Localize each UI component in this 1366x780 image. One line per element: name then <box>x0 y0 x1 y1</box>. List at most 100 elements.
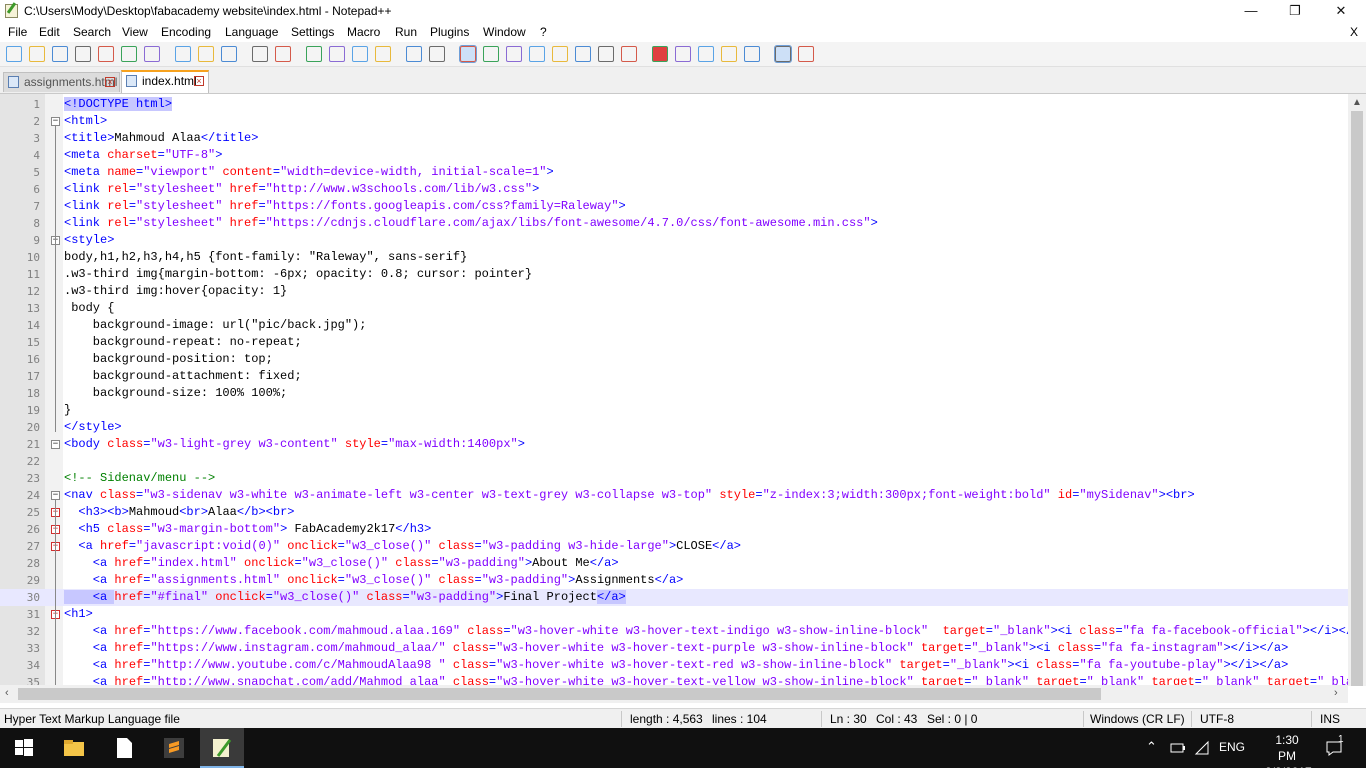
abc-options-icon[interactable] <box>798 46 814 62</box>
menu-edit[interactable]: Edit <box>39 25 60 39</box>
menu-help[interactable]: ? <box>540 25 547 39</box>
menu-encoding[interactable]: Encoding <box>161 25 211 39</box>
function-list-icon[interactable] <box>575 46 591 62</box>
menu-run[interactable]: Run <box>395 25 417 39</box>
zoom-out-icon[interactable] <box>375 46 391 62</box>
play-macro-icon[interactable] <box>698 46 714 62</box>
chevron-up-icon[interactable]: ⌃ <box>1146 739 1157 755</box>
spell-check-icon[interactable] <box>774 45 792 63</box>
save-macro-icon[interactable] <box>744 46 760 62</box>
windows-start-icon[interactable] <box>12 736 36 760</box>
menu-macro[interactable]: Macro <box>347 25 380 39</box>
language-indicator[interactable]: ENG <box>1219 740 1245 754</box>
fold-toggle-icon[interactable]: − <box>51 440 60 449</box>
fold-toggle-icon[interactable]: − <box>51 491 60 500</box>
save-all-icon[interactable] <box>75 46 91 62</box>
horizontal-scrollbar[interactable]: ‹ › <box>0 685 1348 703</box>
status-eol[interactable]: Windows (CR LF) <box>1090 712 1185 726</box>
code-line[interactable]: 17 background-attachment: fixed; <box>0 368 1348 385</box>
code-line[interactable]: 21 − <body class = "w3-light-grey w3-content… <box>0 436 1348 453</box>
code-line[interactable]: 1 <!DOCTYPE html> <box>0 96 1348 113</box>
new-file-icon[interactable] <box>6 46 22 62</box>
menu-window[interactable]: Window <box>483 25 526 39</box>
code-line[interactable]: 5 <meta name="viewport" content="width=de… <box>0 164 1348 181</box>
open-file-icon[interactable] <box>29 46 45 62</box>
code-line[interactable]: 23 <!-- Sidenav/menu --> <box>0 470 1348 487</box>
run-macro-multiple-icon[interactable] <box>721 46 737 62</box>
find-icon[interactable] <box>306 46 322 62</box>
minimize-button[interactable]: — <box>1228 0 1274 22</box>
code-line[interactable]: 7 <link rel="stylesheet" href="https://fo… <box>0 198 1348 215</box>
scroll-left-icon[interactable]: ‹ <box>5 687 9 699</box>
sync-vertical-icon[interactable] <box>406 46 422 62</box>
copy-icon[interactable] <box>198 46 214 62</box>
code-area[interactable]: 1 <!DOCTYPE html> 2− <html> 3 <title>Mahmoud … <box>0 94 1348 686</box>
word-wrap-icon[interactable] <box>459 45 477 63</box>
code-line[interactable]: 15 background-repeat: no-repeat; <box>0 334 1348 351</box>
maximize-button[interactable]: ❐ <box>1272 0 1318 22</box>
vertical-scrollbar[interactable]: ▲ <box>1348 94 1366 686</box>
close-window-button[interactable]: ✕ <box>1318 0 1364 22</box>
doc-map-icon[interactable] <box>552 46 568 62</box>
stop-record-icon[interactable] <box>675 46 691 62</box>
code-line[interactable]: 28 <a href="index.html" onclick="w3_clos… <box>0 555 1348 572</box>
code-line[interactable]: 31−<h1> <box>0 606 1348 623</box>
monitor-icon[interactable] <box>621 46 637 62</box>
code-line[interactable]: 25− <h3><b>Mahmoud<br>Alaa</b><br> <box>0 504 1348 521</box>
replace-icon[interactable] <box>329 46 345 62</box>
vertical-scroll-thumb[interactable] <box>1351 111 1363 686</box>
code-line[interactable]: 16 background-position: top; <box>0 351 1348 368</box>
sublime-text-icon[interactable] <box>162 736 186 760</box>
scroll-right-icon[interactable]: › <box>1334 687 1338 699</box>
menu-plugins[interactable]: Plugins <box>430 25 469 39</box>
zoom-in-icon[interactable] <box>352 46 368 62</box>
code-line[interactable]: 19} <box>0 402 1348 419</box>
horizontal-scroll-thumb[interactable] <box>18 688 1101 700</box>
code-line[interactable]: 13 body { <box>0 300 1348 317</box>
file-explorer-icon[interactable] <box>62 736 86 760</box>
code-line[interactable]: 24 − <nav class = "w3-sidenav w3-white w3-an… <box>0 487 1348 504</box>
code-line[interactable]: 6 <link rel="stylesheet" href="http://www… <box>0 181 1348 198</box>
code-line[interactable]: 2 − <html> <box>0 113 1348 130</box>
code-line[interactable]: 8 <link rel="stylesheet" href="https://cd… <box>0 215 1348 232</box>
indent-guide-icon[interactable] <box>506 46 522 62</box>
code-line[interactable]: 30 <a href="#final" onclick="w3_close()"… <box>0 589 1348 606</box>
record-macro-icon[interactable] <box>652 46 668 62</box>
code-line[interactable]: 4 <meta charset="UTF-8"> <box>0 147 1348 164</box>
close-tab-icon[interactable]: × <box>194 76 204 86</box>
code-line[interactable]: 22 <box>0 453 1348 470</box>
tab-index[interactable]: index.html × <box>121 70 209 93</box>
tab-assignments[interactable]: assignments.html × <box>3 72 120 92</box>
clock[interactable]: 1:30 PM 2/8/2017 <box>1265 732 1312 780</box>
code-line[interactable]: 33 <a href = "https://www.instagram.com/ma… <box>0 640 1348 657</box>
menu-search[interactable]: Search <box>73 25 111 39</box>
folder-workspace-icon[interactable] <box>598 46 614 62</box>
redo-icon[interactable] <box>275 46 291 62</box>
code-line[interactable]: 14 background-image: url("pic/back.jpg")… <box>0 317 1348 334</box>
code-line[interactable]: 27− <a href="javascript:void(0)" onclick… <box>0 538 1348 555</box>
code-line[interactable]: 3 <title>Mahmoud Alaa</title> <box>0 130 1348 147</box>
battery-icon[interactable] <box>1170 741 1186 755</box>
code-line[interactable]: 29 <a href="assignments.html" onclick="w… <box>0 572 1348 589</box>
code-line[interactable]: 20 </style> <box>0 419 1348 436</box>
code-line[interactable]: 12 .w3-third img:hover{opacity: 1} <box>0 283 1348 300</box>
editor[interactable]: 1 <!DOCTYPE html> 2− <html> 3 <title>Mahmoud … <box>0 94 1366 703</box>
code-line[interactable]: 10 body,h1,h2,h3,h4,h5 {font-family: "Ral… <box>0 249 1348 266</box>
code-line[interactable]: 11 .w3-third img{margin-bottom: -6px; opa… <box>0 266 1348 283</box>
menu-view[interactable]: View <box>122 25 148 39</box>
save-icon[interactable] <box>52 46 68 62</box>
show-all-chars-icon[interactable] <box>483 46 499 62</box>
menu-settings[interactable]: Settings <box>291 25 334 39</box>
cut-icon[interactable] <box>175 46 191 62</box>
code-line[interactable]: 34 <a href = "http://www.youtube.com/c/Mah… <box>0 657 1348 674</box>
fold-toggle-icon[interactable]: − <box>51 117 60 126</box>
close-tab-icon[interactable]: × <box>105 77 115 87</box>
menu-file[interactable]: File <box>8 25 27 39</box>
print-icon[interactable] <box>144 46 160 62</box>
scroll-up-icon[interactable]: ▲ <box>1352 97 1362 108</box>
code-line[interactable]: 26− <h5 class="w3-margin-bottom"> FabAca… <box>0 521 1348 538</box>
document-app-icon[interactable] <box>112 736 136 760</box>
paste-icon[interactable] <box>221 46 237 62</box>
status-encoding[interactable]: UTF-8 <box>1200 712 1234 726</box>
sync-horizontal-icon[interactable] <box>429 46 445 62</box>
